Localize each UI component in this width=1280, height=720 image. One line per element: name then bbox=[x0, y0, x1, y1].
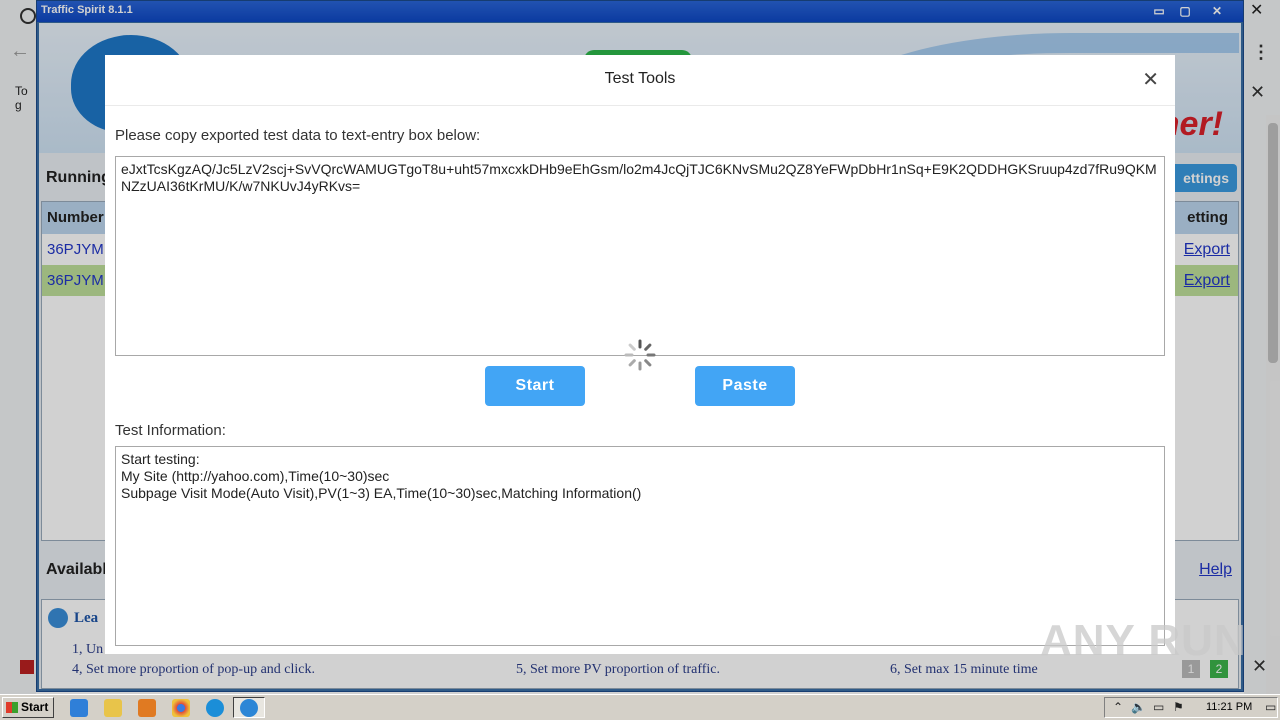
show-desktop-icon[interactable]: ▭ bbox=[1265, 700, 1276, 714]
test-tools-dialog: Test Tools ✕ Please copy exported test d… bbox=[105, 55, 1175, 654]
flag-icon[interactable]: ⚑ bbox=[1173, 700, 1184, 714]
ie-icon[interactable] bbox=[70, 699, 88, 717]
test-information-label: Test Information: bbox=[115, 422, 226, 439]
start-label: Start bbox=[21, 700, 49, 714]
start-button[interactable]: Start bbox=[2, 697, 54, 718]
test-information-output[interactable]: Start testing: My Site (http://yahoo.com… bbox=[115, 446, 1165, 646]
test-data-input[interactable]: eJxtTcsKgzAQ/Jc5LzV2scj+SvVQrcWAMUGTgoT8… bbox=[115, 156, 1165, 356]
loading-spinner-icon bbox=[624, 339, 656, 371]
tray-expand-icon[interactable]: ⌃ bbox=[1113, 700, 1123, 714]
anyrun-watermark: ANY RUN bbox=[1040, 616, 1247, 665]
edge-icon[interactable] bbox=[206, 699, 224, 717]
dialog-divider bbox=[105, 105, 1175, 106]
chrome-icon[interactable] bbox=[172, 699, 190, 717]
paste-button[interactable]: Paste bbox=[695, 366, 795, 406]
start-button[interactable]: Start bbox=[485, 366, 585, 406]
volume-icon[interactable]: 🔈 bbox=[1131, 700, 1146, 714]
network-icon[interactable]: ▭ bbox=[1153, 700, 1164, 714]
taskbar-active-app[interactable] bbox=[233, 697, 265, 718]
taskbar-clock: 11:21 PM bbox=[1206, 701, 1253, 713]
taskbar: Start ⌃ 🔈 ▭ ⚑ ▭ 11:21 PM bbox=[0, 694, 1280, 720]
info-line: My Site (http://yahoo.com),Time(10~30)se… bbox=[121, 468, 390, 484]
media-player-icon[interactable] bbox=[138, 699, 156, 717]
traffic-spirit-icon bbox=[240, 699, 258, 717]
info-line: Start testing: bbox=[121, 451, 200, 467]
dialog-close-icon[interactable]: ✕ bbox=[1142, 67, 1159, 92]
windows-flag-icon bbox=[6, 702, 18, 713]
folder-icon[interactable] bbox=[104, 699, 122, 717]
info-line: Subpage Visit Mode(Auto Visit),PV(1~3) E… bbox=[121, 485, 642, 501]
dialog-title: Test Tools bbox=[604, 70, 676, 87]
copy-prompt-label: Please copy exported test data to text-e… bbox=[115, 127, 481, 144]
